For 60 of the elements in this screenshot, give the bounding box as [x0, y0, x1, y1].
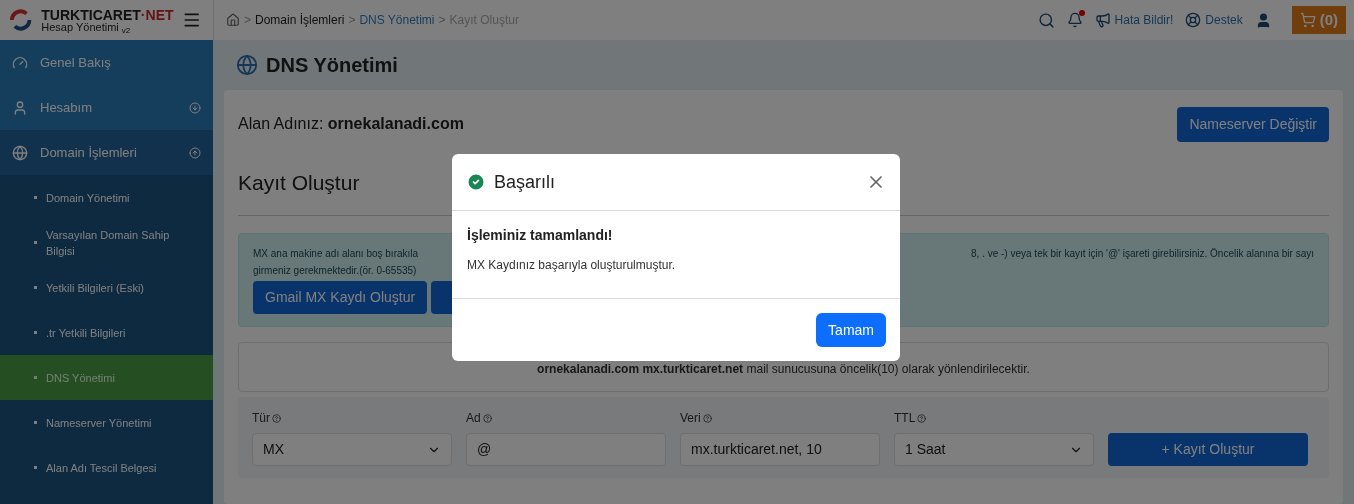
info-text: MX ana makine adı alanı boş bırakıla [253, 247, 419, 261]
ok-button[interactable]: Tamam [816, 313, 886, 347]
cart-button[interactable]: (0) [1291, 6, 1346, 34]
sidebar-item[interactable]: Hesabım [0, 85, 213, 130]
logo-icon [8, 7, 34, 33]
breadcrumb-separator: > [438, 12, 446, 29]
check-icon [466, 172, 486, 192]
dialog-title: Başarılı [494, 170, 557, 194]
dialog-message: MX Kaydınız başarıyla oluşturulmuştur. [467, 257, 677, 274]
notice-text: ornekalanadi.com mx.turkticaret.net mail sunucusuna öncelik(10) olarak yönlendirilecektir. [537, 361, 1030, 378]
gmail-mx-button[interactable]: Gmail MX Kaydı Oluştur [253, 281, 428, 314]
field-label: Tür [252, 409, 452, 427]
sidebar-subitem[interactable]: Varsayılan Domain Sahip Bilgisi [0, 220, 213, 265]
page-title: DNS Yönetimi [266, 53, 398, 78]
notification-icon[interactable] [1066, 12, 1083, 28]
help-icon[interactable] [482, 413, 492, 423]
field-label: Veri [680, 409, 880, 427]
breadcrumb-separator: > [244, 12, 251, 29]
nameserver-button[interactable]: Nameserver Değiştir [1177, 106, 1329, 142]
input-field[interactable]: @ [466, 433, 666, 466]
create-record-button[interactable]: + Kayıt Oluştur [1108, 433, 1308, 466]
sidebar-subitem[interactable]: Yetkili Bilgileri (Eski) [0, 265, 213, 310]
sidebar-subitem[interactable]: Domain Yönetimi [0, 175, 213, 220]
help-icon[interactable] [272, 413, 281, 423]
section-title: Kayıt Oluştur [238, 169, 360, 196]
help-icon[interactable] [917, 413, 927, 423]
gauge-icon [12, 54, 28, 71]
globe-icon [236, 54, 258, 76]
sidebar-item[interactable]: Domain İşlemleri [0, 130, 213, 175]
megaphone-icon[interactable] [1094, 12, 1111, 28]
sidebar-subitem[interactable]: Alan Adı Tescil Belgesi [0, 445, 213, 490]
select-field[interactable]: MX [252, 433, 452, 466]
home-icon[interactable] [226, 13, 240, 27]
field-label: Ad [466, 409, 666, 427]
select-field[interactable]: 1 Saat [894, 433, 1094, 466]
breadcrumb-item[interactable]: Domain İşlemleri [255, 11, 345, 29]
input-field[interactable]: mx.turkticaret.net, 10 [680, 433, 880, 466]
brand-subtitle: Hesap Yönetimi $_{v2}$ [41, 21, 132, 33]
breadcrumb-item[interactable]: DNS Yönetimi [359, 11, 435, 29]
sidebar-subitem[interactable]: Nameserver Yönetimi [0, 400, 213, 445]
info-text: 8, . ve -) veya tek bir kayıt için '@' işareti girebilirsiniz. Öncelik alanına bir sayı [971, 247, 1314, 261]
report-link[interactable]: Hata Bildir! [1114, 11, 1174, 29]
breadcrumb-separator: > [348, 12, 356, 29]
info-text: girmeniz gerekmektedir.(ör. 0-65535) [253, 264, 417, 278]
sidebar-subitem[interactable]: .tr Yetkili Bilgileri [0, 310, 213, 355]
chevron-icon [189, 146, 201, 159]
domain-label: Alan Adınız: ornekalanadi.com [238, 114, 464, 134]
cart-icon [1299, 12, 1316, 28]
dialog-heading: İşleminiz tamamlandı! [467, 226, 614, 245]
globe-icon [12, 144, 28, 161]
search-icon[interactable] [1037, 11, 1055, 29]
help-icon[interactable] [702, 413, 712, 423]
field-label: TTL [894, 409, 1094, 427]
support-link[interactable]: Destek [1205, 11, 1243, 29]
chevron-icon [189, 101, 201, 114]
sidebar-item[interactable]: Genel Bakış [0, 40, 213, 85]
user-icon [12, 99, 28, 116]
support-icon[interactable] [1185, 12, 1202, 28]
brand-name: TURKTICARET·NET [41, 7, 174, 22]
sidebar-subitem[interactable]: DNS Yönetimi [0, 355, 213, 400]
